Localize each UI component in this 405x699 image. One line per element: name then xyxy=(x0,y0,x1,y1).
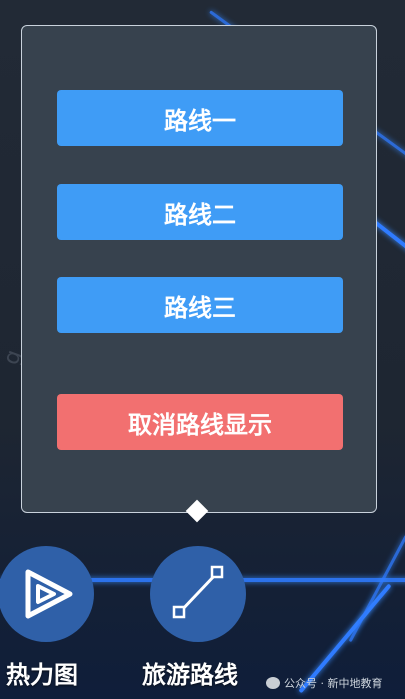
map-road xyxy=(348,534,405,643)
route-one-button[interactable]: 路线一 xyxy=(57,90,343,146)
wechat-icon xyxy=(266,677,280,689)
route-three-button[interactable]: 路线三 xyxy=(57,277,343,333)
watermark-text: 公众号 · 新中地教育 xyxy=(284,677,383,690)
tour-route-tool-button[interactable] xyxy=(150,546,246,642)
route-selection-panel: 路线一 路线二 路线三 取消路线显示 xyxy=(21,25,377,513)
tour-route-tool-label: 旅游路线 xyxy=(142,661,238,689)
route-line-icon xyxy=(172,565,224,619)
cancel-route-display-button[interactable]: 取消路线显示 xyxy=(57,394,343,450)
heatmap-tool-button[interactable] xyxy=(0,546,94,642)
route-two-button[interactable]: 路线二 xyxy=(57,184,343,240)
heatmap-tool-label: 热力图 xyxy=(6,661,78,689)
watermark: 公众号 · 新中地教育 xyxy=(266,675,383,691)
play-triangle-icon xyxy=(25,569,73,619)
